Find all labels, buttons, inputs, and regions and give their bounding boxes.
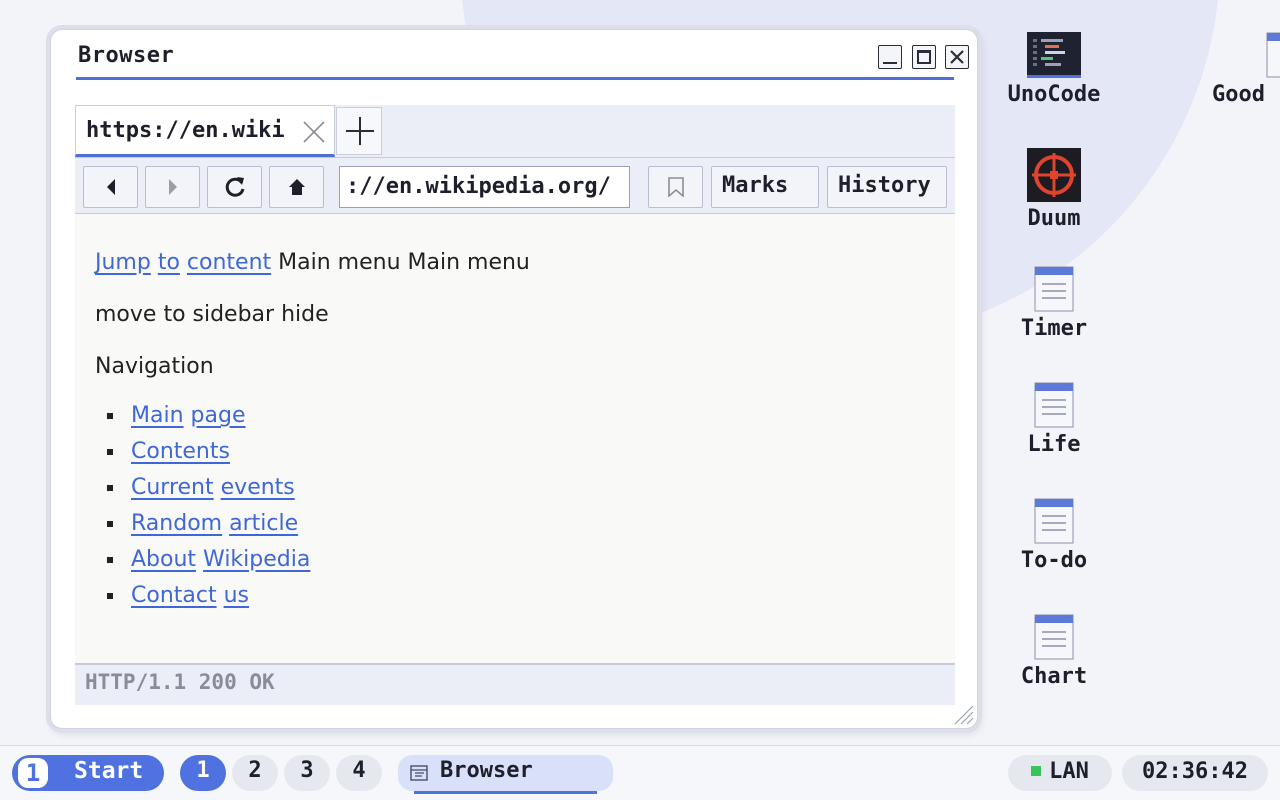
nav-link-wikipedia[interactable]: Wikipedia bbox=[203, 547, 310, 572]
resize-grip-icon[interactable] bbox=[951, 702, 975, 726]
taskbar-browser-button[interactable]: Browser bbox=[398, 755, 613, 794]
reload-icon bbox=[225, 177, 244, 197]
network-ok-icon bbox=[1031, 766, 1042, 776]
desktop-icon-timer[interactable]: Timer bbox=[989, 266, 1119, 341]
desktop-icon-good[interactable]: Good bbox=[1202, 32, 1280, 107]
document-icon bbox=[1034, 266, 1074, 312]
close-icon bbox=[950, 50, 964, 64]
desktop-icon-label: UnoCode bbox=[1007, 82, 1101, 107]
clock[interactable]: 02:36:42 bbox=[1122, 755, 1268, 791]
window-titlebar[interactable]: Browser bbox=[76, 38, 969, 80]
minimize-button[interactable] bbox=[878, 45, 902, 69]
arrow-right-icon bbox=[168, 179, 177, 195]
history-button[interactable]: History bbox=[827, 166, 947, 208]
active-task-indicator bbox=[414, 791, 597, 794]
page-content: Jump to content Main menu Main menu move… bbox=[75, 214, 955, 664]
list-item: Main page bbox=[107, 398, 310, 434]
document-icon bbox=[1034, 614, 1074, 660]
nav-link-events[interactable]: events bbox=[221, 475, 295, 500]
nav-link-page[interactable]: page bbox=[191, 403, 246, 428]
desktop-icon-chart[interactable]: Chart bbox=[989, 614, 1119, 689]
arrow-left-icon bbox=[106, 179, 115, 195]
home-button[interactable] bbox=[269, 166, 324, 208]
bookmark-icon bbox=[667, 177, 684, 197]
main-menu-text: Main menu Main menu bbox=[278, 250, 530, 275]
window-title: Browser bbox=[78, 43, 175, 68]
plus-icon bbox=[346, 117, 374, 145]
browser-window[interactable]: Browser https://en.wiki://en.wikipedia.… bbox=[50, 29, 978, 729]
crosshair-game-icon bbox=[1027, 148, 1081, 202]
desktop-icon-duum[interactable]: Duum bbox=[989, 148, 1119, 231]
start-number: 1 bbox=[18, 758, 48, 788]
nav-link-random[interactable]: Random bbox=[131, 511, 222, 536]
nav-link-article[interactable]: article bbox=[229, 511, 298, 536]
navigation-list: Main page Contents Current events Random… bbox=[107, 398, 310, 614]
taskbar: 1 Start 1 2 3 4 Browser LAN 02:36:42 bbox=[0, 745, 1280, 800]
bookmark-button[interactable] bbox=[648, 166, 703, 208]
nav-link-about[interactable]: About bbox=[131, 547, 196, 572]
new-tab-button[interactable] bbox=[336, 107, 382, 155]
desktop-icon-label: Duum bbox=[1027, 206, 1081, 231]
reload-button[interactable] bbox=[207, 166, 262, 208]
network-status[interactable]: LAN bbox=[1008, 755, 1112, 791]
workspace-1-button[interactable]: 1 bbox=[180, 755, 226, 791]
desktop-icon-life[interactable]: Life bbox=[989, 382, 1119, 457]
start-label: Start bbox=[74, 758, 144, 784]
status-bar: HTTP/1.1 200 OK bbox=[75, 663, 955, 705]
document-icon bbox=[1034, 498, 1074, 544]
marks-button[interactable]: Marks bbox=[711, 166, 819, 208]
list-item: Current events bbox=[107, 470, 310, 506]
nav-link-us[interactable]: us bbox=[224, 583, 249, 608]
list-item: Random article bbox=[107, 506, 310, 542]
workspace-3-button[interactable]: 3 bbox=[284, 755, 330, 791]
nav-link-contents[interactable]: Contents bbox=[131, 439, 230, 464]
close-window-button[interactable] bbox=[945, 45, 969, 69]
taskbar-browser-label: Browser bbox=[440, 758, 533, 783]
navigation-heading: Navigation bbox=[95, 354, 214, 379]
navigation-bar: ://en.wikipedia.org/ Marks History bbox=[75, 157, 955, 214]
start-button[interactable]: 1 Start bbox=[12, 755, 164, 791]
document-icon bbox=[1034, 382, 1074, 428]
workspace-2-button[interactable]: 2 bbox=[232, 755, 278, 791]
desktop-icon-todo[interactable]: To-do bbox=[989, 498, 1119, 573]
desktop-icon-label: Life bbox=[1027, 432, 1081, 457]
tab-strip: https://en.wiki bbox=[75, 105, 955, 157]
to-link-word[interactable]: to bbox=[158, 250, 180, 275]
content-link-word[interactable]: content bbox=[187, 250, 271, 275]
nav-link-main[interactable]: Main bbox=[131, 403, 184, 428]
forward-button[interactable] bbox=[145, 166, 200, 208]
home-icon bbox=[288, 179, 305, 195]
desktop-icon-label: Chart bbox=[1020, 664, 1088, 689]
tab-label: https://en.wiki bbox=[86, 118, 285, 143]
desktop-icon-unocode[interactable]: UnoCode bbox=[989, 32, 1119, 107]
tab-close-icon[interactable] bbox=[302, 120, 326, 144]
maximize-button[interactable] bbox=[912, 45, 936, 69]
desktop-icon-label: Good bbox=[1212, 82, 1265, 107]
code-editor-icon bbox=[1027, 32, 1081, 78]
back-button[interactable] bbox=[83, 166, 138, 208]
content-line-1: Jump to content Main menu Main menu bbox=[95, 250, 530, 275]
list-item: Contents bbox=[107, 434, 310, 470]
sidebar-text: move to sidebar hide bbox=[95, 302, 329, 327]
document-icon bbox=[1266, 32, 1280, 78]
window-icon bbox=[410, 765, 428, 781]
network-label: LAN bbox=[1049, 759, 1089, 784]
jump-link-word[interactable]: Jump bbox=[95, 250, 151, 275]
desktop-icon-label: Timer bbox=[1020, 316, 1088, 341]
list-item: Contact us bbox=[107, 578, 310, 614]
nav-link-current[interactable]: Current bbox=[131, 475, 214, 500]
address-bar[interactable]: ://en.wikipedia.org/ bbox=[339, 166, 630, 208]
workspace-4-button[interactable]: 4 bbox=[336, 755, 382, 791]
list-item: About Wikipedia bbox=[107, 542, 310, 578]
tab-wikipedia[interactable]: https://en.wiki bbox=[75, 105, 335, 157]
desktop-icon-label: To-do bbox=[1020, 548, 1088, 573]
nav-link-contact[interactable]: Contact bbox=[131, 583, 217, 608]
